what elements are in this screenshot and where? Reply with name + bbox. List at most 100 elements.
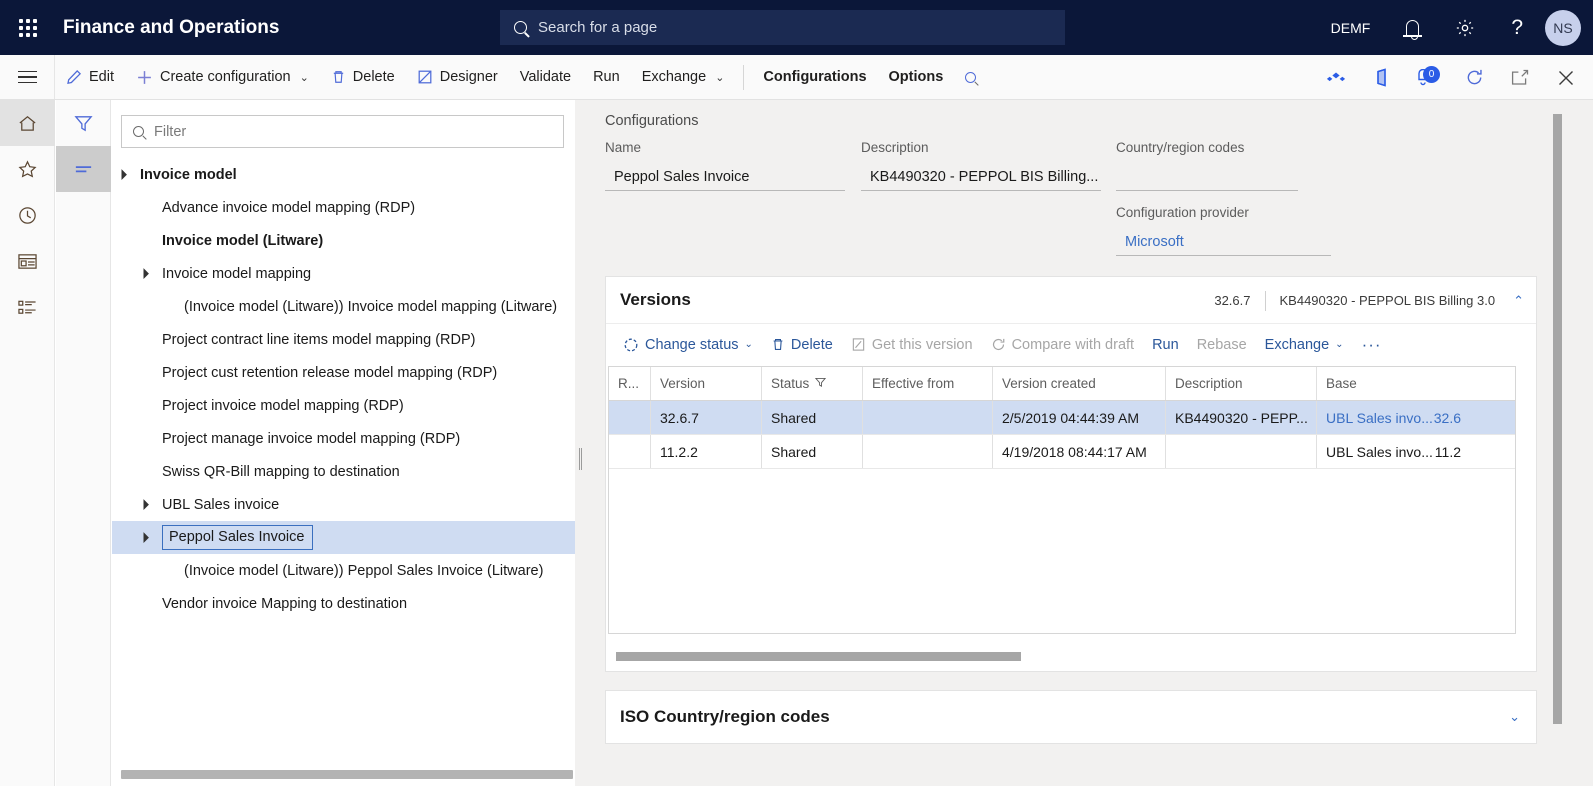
designer-button[interactable]: Designer xyxy=(406,55,509,100)
open-in-new-window-icon[interactable] xyxy=(1497,55,1543,100)
grid-cell-base[interactable]: UBL Sales invo... 32.6 xyxy=(1317,401,1515,434)
sidebar-item-favorites[interactable] xyxy=(0,146,55,192)
grid-cell-effective-from[interactable] xyxy=(863,435,993,468)
grid-cell-effective-from[interactable] xyxy=(863,401,993,434)
edit-button[interactable]: Edit xyxy=(55,55,125,100)
office-icon[interactable] xyxy=(1359,55,1405,100)
expand-collapse-arrow-icon[interactable]: ◢ xyxy=(135,495,153,513)
grid-cell-description[interactable]: KB4490320 - PEPP... xyxy=(1166,401,1317,434)
sidebar-item-modules[interactable] xyxy=(0,284,55,330)
compare-with-draft-button[interactable]: Compare with draft xyxy=(982,324,1144,365)
chevron-up-icon[interactable] xyxy=(1513,293,1524,309)
tree-view-toggle[interactable] xyxy=(56,146,111,192)
clock-icon xyxy=(19,206,36,224)
tree-item[interactable]: ◢ Peppol Sales Invoice xyxy=(112,521,579,554)
avatar[interactable]: NS xyxy=(1545,9,1581,46)
tree-item[interactable]: ◢ Invoice model xyxy=(112,158,579,191)
grid-column-header[interactable]: Description xyxy=(1166,367,1317,400)
configuration-provider-value[interactable]: Microsoft xyxy=(1116,229,1331,256)
overflow-menu-button[interactable]: ··· xyxy=(1353,324,1391,365)
tree-item-label: Peppol Sales Invoice xyxy=(162,524,314,550)
grid-column-header[interactable]: R... xyxy=(609,367,651,400)
grid-cell-version[interactable]: 11.2.2 xyxy=(651,435,762,468)
grid-row[interactable]: 11.2.2 Shared 4/19/2018 08:44:17 AM UBL Sal… xyxy=(609,435,1515,469)
grid-cell-r[interactable] xyxy=(609,401,651,434)
tree-item[interactable]: Invoice model (Litware) xyxy=(112,224,579,257)
chevron-down-icon[interactable] xyxy=(1509,709,1520,725)
sidebar-item-recent[interactable] xyxy=(0,192,55,238)
grid-horizontal-scrollbar[interactable] xyxy=(616,652,1516,661)
grid-row[interactable]: 32.6.7 Shared 2/5/2019 04:44:39 AM KB449032… xyxy=(609,401,1515,435)
version-exchange-menu[interactable]: Exchange xyxy=(1256,324,1353,365)
grid-column-header[interactable]: Version created xyxy=(993,367,1166,400)
content-vertical-scrollbar[interactable] xyxy=(1553,114,1562,754)
company-selector[interactable]: DEMF xyxy=(1313,0,1389,55)
delete-button[interactable]: Delete xyxy=(320,55,406,100)
tree-item-label: (Invoice model (Litware)) Peppol Sales I… xyxy=(184,562,544,579)
tree-horizontal-scrollbar[interactable] xyxy=(121,770,573,779)
tree-item[interactable]: Swiss QR-Bill mapping to destination xyxy=(112,455,579,488)
expand-collapse-arrow-icon[interactable]: ◢ xyxy=(113,165,131,183)
lines-icon xyxy=(75,166,92,173)
bell-icon[interactable] xyxy=(1388,0,1437,55)
name-value[interactable]: Peppol Sales Invoice xyxy=(605,164,845,191)
grid-cell-base[interactable]: UBL Sales invo... 11.2 xyxy=(1317,435,1515,468)
notifications-badge-icon[interactable]: 0 xyxy=(1405,55,1451,100)
tree-item[interactable]: Project contract line items model mappin… xyxy=(112,323,579,356)
tree-item[interactable]: (Invoice model (Litware)) Invoice model … xyxy=(112,290,579,323)
close-icon[interactable] xyxy=(1543,55,1589,100)
expand-collapse-arrow-icon[interactable]: ◢ xyxy=(135,528,153,546)
version-delete-button[interactable]: Delete xyxy=(762,324,842,365)
question-mark-icon[interactable]: ? xyxy=(1493,0,1541,55)
grid-column-header[interactable]: Effective from xyxy=(863,367,993,400)
versions-section-header[interactable]: Versions 32.6.7 KB4490320 - PEPPOL BIS B… xyxy=(606,277,1536,324)
filter-input[interactable]: Filter xyxy=(121,115,564,148)
grid-cell-r[interactable] xyxy=(609,435,651,468)
options-tab[interactable]: Options xyxy=(878,55,955,100)
gear-icon[interactable] xyxy=(1437,0,1493,55)
validate-button[interactable]: Validate xyxy=(509,55,582,100)
iso-country-region-codes-section[interactable]: ISO Country/region codes xyxy=(605,690,1537,744)
tree-item[interactable]: Advance invoice model mapping (RDP) xyxy=(112,191,579,224)
expand-collapse-arrow-icon[interactable]: ◢ xyxy=(135,264,153,282)
tree-item[interactable]: ◢ Invoice model mapping xyxy=(112,257,579,290)
sidebar-item-home[interactable] xyxy=(0,100,55,146)
grid-column-header[interactable]: Base xyxy=(1317,367,1515,400)
grid-cell-status[interactable]: Shared xyxy=(762,401,863,434)
tree-item[interactable]: ◢ UBL Sales invoice xyxy=(112,488,579,521)
funnel-icon[interactable] xyxy=(56,100,111,146)
funnel-icon[interactable] xyxy=(815,376,827,391)
country-region-codes-value[interactable] xyxy=(1116,164,1298,191)
diamonds-icon[interactable] xyxy=(1313,55,1359,100)
refresh-icon[interactable] xyxy=(1451,55,1497,100)
get-this-version-button[interactable]: Get this version xyxy=(842,324,982,365)
exchange-menu[interactable]: Exchange xyxy=(631,55,736,100)
command-search-icon[interactable] xyxy=(954,55,987,100)
change-status-button[interactable]: Change status xyxy=(614,324,762,365)
tree-item[interactable]: (Invoice model (Litware)) Peppol Sales I… xyxy=(112,554,579,587)
pane-splitter[interactable] xyxy=(575,100,586,786)
tree-item[interactable]: Project cust retention release model map… xyxy=(112,356,579,389)
grid-cell-status[interactable]: Shared xyxy=(762,435,863,468)
version-run-button[interactable]: Run xyxy=(1143,324,1188,365)
grid-cell-description[interactable] xyxy=(1166,435,1317,468)
description-value[interactable]: KB4490320 - PEPPOL BIS Billing... xyxy=(861,164,1101,191)
tree-item[interactable]: Vendor invoice Mapping to destination xyxy=(112,587,579,620)
run-button[interactable]: Run xyxy=(582,55,631,100)
configurations-tab[interactable]: Configurations xyxy=(752,55,877,100)
grid-column-header[interactable]: Version xyxy=(651,367,762,400)
grid-column-header[interactable]: Status xyxy=(762,367,863,400)
rebase-button[interactable]: Rebase xyxy=(1188,324,1256,365)
grid-cell-version[interactable]: 32.6.7 xyxy=(651,401,762,434)
grid-cell-version-created[interactable]: 2/5/2019 04:44:39 AM xyxy=(993,401,1166,434)
app-launcher-icon[interactable] xyxy=(0,0,55,55)
tree-item[interactable]: Project invoice model mapping (RDP) xyxy=(112,389,579,422)
create-configuration-button[interactable]: Create configuration xyxy=(125,55,320,100)
top-nav-right-group: DEMF ? NS xyxy=(1313,0,1593,55)
hamburger-menu-icon[interactable] xyxy=(0,55,55,99)
global-search-input[interactable]: Search for a page xyxy=(500,10,1065,45)
sidebar-item-workspaces[interactable] xyxy=(0,238,55,284)
grid-cell-version-created[interactable]: 4/19/2018 08:44:17 AM xyxy=(993,435,1166,468)
tree-item[interactable]: Project manage invoice model mapping (RD… xyxy=(112,422,579,455)
